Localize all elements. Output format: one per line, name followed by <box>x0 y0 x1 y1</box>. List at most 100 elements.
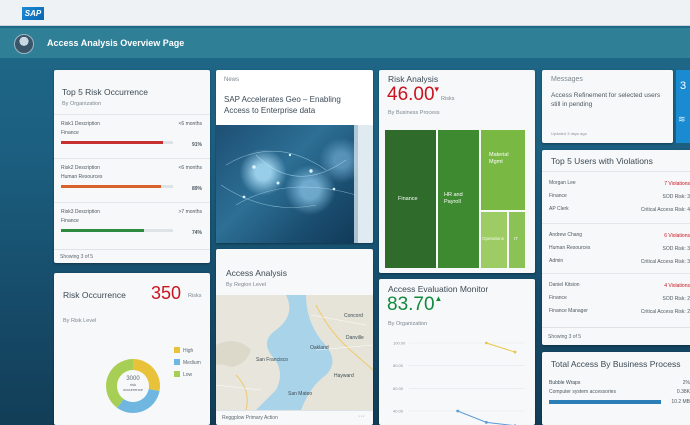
card-title: Top 5 Users with Violations <box>551 156 653 166</box>
list-item[interactable]: Andrew Chang 6 Violations Human Resource… <box>542 223 690 273</box>
legend: High Medium Low <box>174 347 201 383</box>
process-label: Bubble Wraps <box>549 380 581 386</box>
line-chart: 100.00 80.00 60.00 40.00 <box>393 341 525 425</box>
process-value: 2% <box>682 380 690 386</box>
kpi-value: 83.70▲ <box>387 294 442 316</box>
data-point[interactable] <box>484 420 488 424</box>
legend-item: High <box>174 347 201 359</box>
trend-up-icon: ▲ <box>434 294 443 303</box>
y-tick-label: 40.00 <box>393 409 404 414</box>
list-item[interactable]: Morgan Lee 7 Violations Finance SOD Risk… <box>542 171 690 221</box>
card-title: Total Access By Business Process <box>551 359 681 369</box>
kpi-number: 83.70 <box>387 294 435 315</box>
legend-label: Low <box>183 372 193 378</box>
progress-fill <box>61 185 161 188</box>
series-line-0 <box>486 342 516 353</box>
risk-percent: 91% <box>191 142 202 148</box>
legend-label: High <box>183 348 194 354</box>
messages-side-panel[interactable]: 3 ≋ <box>676 70 690 143</box>
treemap-label: HR and Payroll <box>444 192 463 205</box>
violations-count: 7 Violations <box>664 181 690 187</box>
card-title: Access Analysis <box>226 268 287 278</box>
donut-center-line: occurrence <box>123 387 144 392</box>
messages-card[interactable]: Messages Access Refinement for selected … <box>542 70 673 143</box>
risk-period: <6 months <box>178 121 203 127</box>
progress-bar <box>61 185 173 188</box>
card-title: Messages <box>551 76 583 83</box>
wifi-icon: ≋ <box>678 114 686 124</box>
legend-item: Low <box>174 371 201 383</box>
violations-count: 6 Violations <box>664 233 690 239</box>
news-card[interactable]: News SAP Accelerates Geo – Enabling Acce… <box>216 70 373 243</box>
primary-action-link[interactable]: Reggplow Primary Action <box>222 415 278 421</box>
overflow-icon[interactable]: ··· <box>358 413 365 420</box>
data-point[interactable] <box>513 350 517 354</box>
treemap-label: Finance <box>398 196 418 202</box>
treemap-label: Material Mgmt <box>489 152 509 165</box>
violations-count: 4 Violations <box>664 283 690 289</box>
list-item[interactable]: Daniel Kitsion 4 Violations Finance SOD … <box>542 273 690 323</box>
card-subtitle: By Organization <box>62 101 102 107</box>
critical-access-risk: Critical Access Risk: 2 <box>640 309 690 315</box>
list-item[interactable]: Risk2 Description <6 months Human Resour… <box>54 158 210 198</box>
y-tick-label: 60.00 <box>393 386 404 391</box>
list-item[interactable]: Risk1 Description <6 months Finance 91% <box>54 114 210 154</box>
treemap-label: Operations <box>482 236 505 241</box>
progress-bar <box>61 141 173 144</box>
card-footer[interactable]: Showing 3 of 5 <box>542 327 690 345</box>
card-subtitle: By Business Process <box>388 110 440 116</box>
process-bar-fill <box>549 400 661 404</box>
risk-occurrence-card[interactable]: Risk Occurrence 350 Risks By Risk Level … <box>54 273 210 425</box>
sod-risk: SOD Risk: 3 <box>662 246 690 252</box>
business-process-card[interactable]: Total Access By Business Process Bubble … <box>542 352 690 425</box>
user-name: Daniel Kitsion <box>549 282 580 288</box>
list-item[interactable]: Risk3 Description >7 months Finance 74% <box>54 202 210 242</box>
top5-risk-occurrence-card[interactable]: Top 5 Risk Occurrence By Organization Ri… <box>54 70 210 263</box>
treemap-chart: Finance HR and Payroll Material Mgmt Ope… <box>385 130 525 268</box>
data-point[interactable] <box>456 409 460 413</box>
y-tick-label: 100.00 <box>393 341 406 346</box>
treemap-cell[interactable]: Operations <box>481 212 507 268</box>
progress-bar <box>61 229 173 232</box>
risk-analysis-card[interactable]: Risk Analysis 46.00▾ Risks By Business P… <box>379 70 535 273</box>
process-value: 10.2 MB <box>671 399 690 405</box>
access-evaluation-monitor-card[interactable]: Access Evaluation Monitor 83.70▲ By Orga… <box>379 279 535 425</box>
message-text: Access Refinement for selected users sti… <box>551 92 661 108</box>
treemap-cell[interactable]: Finance <box>385 130 436 268</box>
message-time: Updated 3 days ago <box>551 131 587 136</box>
user-avatar[interactable] <box>14 34 34 54</box>
legend-swatch <box>174 359 180 365</box>
critical-access-risk: Critical Access Risk: 3 <box>640 259 690 265</box>
map-label: Danville <box>346 335 364 341</box>
process-sublabel: Computer system accessories <box>549 389 616 395</box>
treemap-cell[interactable]: IT <box>509 212 525 268</box>
risk-percent: 89% <box>191 186 202 192</box>
map-label: Concord <box>344 313 363 319</box>
risk-description: Risk2 Description <box>61 165 100 171</box>
news-label: News <box>224 77 240 83</box>
user-role: AP Clerk <box>549 206 569 212</box>
risk-description: Risk3 Description <box>61 209 100 215</box>
top5-users-violations-card[interactable]: Top 5 Users with Violations Morgan Lee 7… <box>542 150 690 345</box>
region-map[interactable]: San Francisco Oakland Concord San Mateo … <box>216 295 373 411</box>
news-headline: SAP Accelerates Geo – Enabling Access to… <box>224 95 341 115</box>
legend-swatch <box>174 347 180 353</box>
sod-risk: SOD Risk: 3 <box>662 194 690 200</box>
risk-percent: 74% <box>191 230 202 236</box>
donut-slice-medium[interactable] <box>117 388 160 413</box>
message-count: 3 <box>680 80 687 92</box>
world-network-graphic <box>220 125 373 243</box>
trend-down-icon: ▾ <box>434 84 440 94</box>
user-department: Finance <box>549 193 567 199</box>
data-point[interactable] <box>484 341 488 345</box>
process-value: 0.38K <box>676 389 690 395</box>
card-footer[interactable]: Showing 3 of 5 <box>54 249 210 263</box>
user-name: Andrew Chang <box>549 232 583 238</box>
access-analysis-card[interactable]: Access Analysis By Region Level San Fran… <box>216 249 373 425</box>
treemap-cell[interactable]: HR and Payroll <box>438 130 479 268</box>
risk-department: Finance <box>61 130 79 136</box>
progress-fill <box>61 141 163 144</box>
page-title: Access Analysis Overview Page <box>47 38 185 48</box>
card-footer[interactable]: Reggplow Primary Action ··· <box>216 410 373 425</box>
treemap-cell[interactable]: Material Mgmt <box>481 130 525 210</box>
